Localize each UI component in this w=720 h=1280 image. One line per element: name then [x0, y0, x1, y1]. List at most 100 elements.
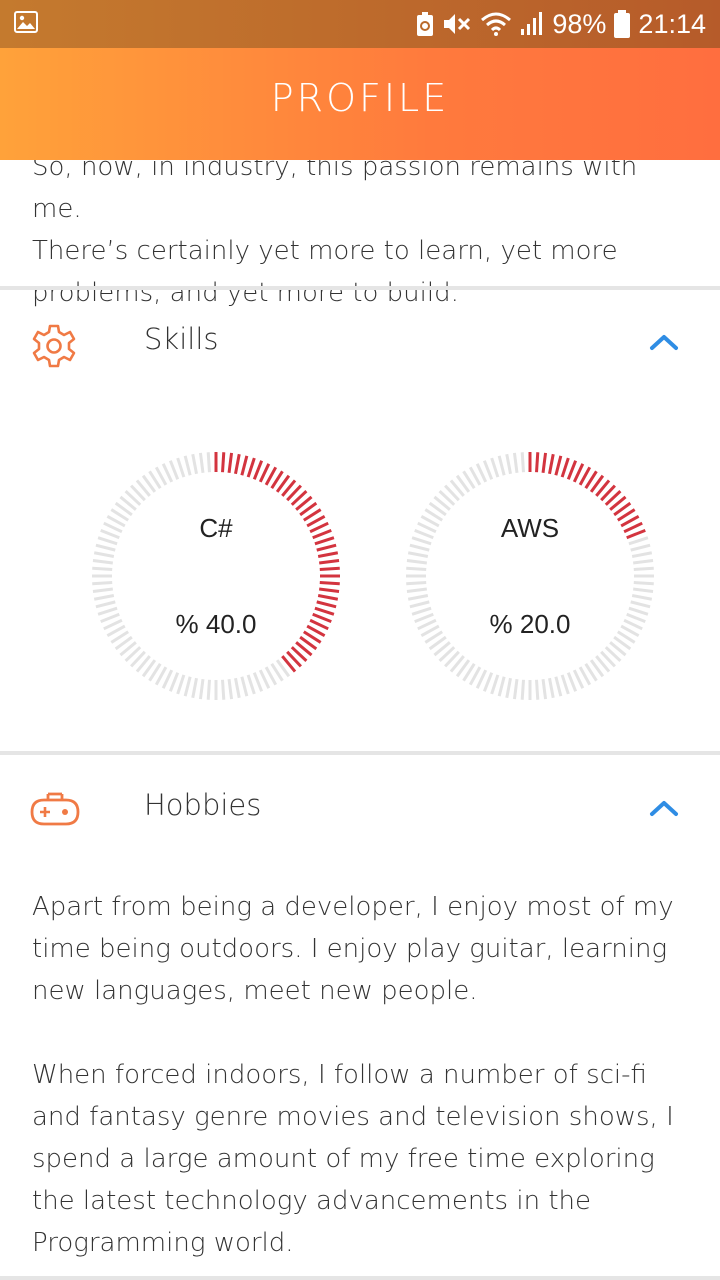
- gauge-tick-empty: [631, 594, 653, 601]
- hobbies-paragraph-2: When forced indoors, I follow a number o…: [32, 1054, 692, 1264]
- about-line: There’s certainly yet more to learn, yet…: [32, 236, 618, 266]
- gauge-tick-empty: [95, 600, 116, 609]
- gauge-tick-filled: [318, 587, 340, 594]
- gauge-tick-empty: [505, 677, 512, 699]
- hobbies-line: and fantasy genre movies and television …: [32, 1102, 674, 1132]
- gauge-tick-filled: [316, 600, 337, 609]
- gauge-tick-filled: [560, 457, 570, 478]
- gauge-tick-empty: [520, 679, 525, 700]
- gauge-tick-empty: [406, 558, 428, 565]
- gauge-tick-empty: [409, 543, 430, 552]
- hobbies-paragraph-1: Apart from being a developer, I enjoy mo…: [32, 886, 692, 1012]
- gauge-tick-filled: [317, 594, 339, 601]
- gauge-tick-empty: [541, 678, 548, 700]
- skills-title: Skills: [144, 322, 219, 356]
- gauge-tick-empty: [631, 551, 653, 558]
- gauge-tick-empty: [198, 452, 205, 474]
- gauge-tick-empty: [554, 676, 563, 697]
- hobbies-line: time being outdoors. I enjoy play guitar…: [32, 934, 668, 964]
- gauge-tick-empty: [632, 558, 654, 565]
- gauge-tick-empty: [95, 543, 116, 552]
- gauge-tick-empty: [505, 453, 512, 475]
- gauge-tick-filled: [227, 452, 234, 474]
- hobbies-line: the latest technology advancements in th…: [32, 1186, 591, 1216]
- profile-content[interactable]: So, now, in industry, this passion remai…: [0, 0, 720, 1280]
- hobbies-line: Programming world.: [32, 1228, 294, 1258]
- page-title: PROFILE: [270, 76, 450, 120]
- gauge-tick-empty: [482, 460, 494, 480]
- gauge-ring: [92, 452, 340, 700]
- gauge-tick-empty: [206, 679, 211, 700]
- chevron-up-icon[interactable]: [648, 330, 680, 354]
- gauge-tick-empty: [168, 672, 180, 692]
- gauge-tick-filled: [221, 452, 226, 473]
- gauge-tick-empty: [630, 543, 651, 552]
- skill-percent: % 20.0: [489, 609, 571, 639]
- hobbies-line: When forced indoors, I follow a number o…: [32, 1060, 647, 1090]
- gauge-tick-empty: [176, 674, 186, 695]
- gauge-tick-empty: [566, 672, 578, 692]
- gauge-tick-empty: [92, 558, 114, 565]
- gauge-tick-empty: [191, 677, 198, 699]
- gauge-tick-empty: [227, 678, 234, 700]
- gauge-tick-empty: [406, 566, 427, 571]
- gauge-tick-filled: [240, 455, 249, 476]
- gauge-tick-empty: [92, 566, 113, 571]
- gauge-tick-filled: [318, 558, 340, 565]
- gauge-tick-empty: [512, 452, 519, 474]
- gauge-tick-filled: [317, 551, 339, 558]
- gauge-tick-filled: [548, 453, 555, 475]
- hobbies-line: Apart from being a developer, I enjoy mo…: [32, 892, 674, 922]
- gauge-tick-empty: [246, 674, 256, 695]
- gauge-tick-filled: [234, 453, 241, 475]
- skill-name: C#: [199, 513, 233, 543]
- gauge-tick-filled: [566, 460, 578, 480]
- gauge-tick-empty: [490, 674, 500, 695]
- gauge-tick-filled: [252, 460, 264, 480]
- chevron-up-icon[interactable]: [648, 796, 680, 820]
- gauge-tick-empty: [168, 460, 180, 480]
- gauge-tick-empty: [497, 455, 506, 476]
- hobbies-header[interactable]: Hobbies: [0, 770, 720, 850]
- gauge-tick-empty: [93, 594, 115, 601]
- gauge-tick-empty: [406, 581, 427, 586]
- gamepad-icon: [30, 792, 80, 826]
- gauge-tick-empty: [407, 594, 429, 601]
- gauge-tick-filled: [316, 543, 337, 552]
- gauge-tick-empty: [92, 581, 113, 586]
- hobbies-line: spend a large amount of my free time exp…: [32, 1144, 655, 1174]
- gauge-tick-empty: [93, 551, 115, 558]
- gauge-tick-empty: [221, 679, 226, 700]
- gauge-tick-empty: [633, 566, 654, 571]
- gauge-tick-empty: [482, 672, 494, 692]
- skill-gauge: C# % 40.0: [86, 446, 346, 706]
- gear-icon: [32, 324, 76, 368]
- gauge-tick-filled: [554, 455, 563, 476]
- gauge-tick-empty: [490, 457, 500, 478]
- section-divider: [0, 1276, 720, 1280]
- gauge-tick-empty: [633, 581, 654, 586]
- app-bar: PROFILE: [0, 48, 720, 160]
- skills-header[interactable]: Skills: [0, 304, 720, 384]
- gauge-tick-empty: [535, 679, 540, 700]
- section-divider: [0, 286, 720, 290]
- gauge-tick-empty: [191, 453, 198, 475]
- gauge-tick-empty: [512, 678, 519, 700]
- gauge-tick-filled: [246, 457, 256, 478]
- skill-gauge: AWS % 20.0: [400, 446, 660, 706]
- gauge-tick-empty: [548, 677, 555, 699]
- gauge-tick-filled: [319, 581, 340, 586]
- gauge-tick-empty: [632, 587, 654, 594]
- gauge-tick-empty: [240, 676, 249, 697]
- gauge-tick-empty: [409, 600, 430, 609]
- gauge-tick-empty: [497, 676, 506, 697]
- gauge-tick-empty: [630, 600, 651, 609]
- gauge-tick-empty: [252, 672, 264, 692]
- gauge-tick-filled: [319, 566, 340, 571]
- skill-name: AWS: [500, 513, 560, 543]
- gauge-tick-empty: [198, 678, 205, 700]
- gauge-tick-filled: [535, 452, 540, 473]
- gauge-tick-empty: [560, 674, 570, 695]
- hobbies-title: Hobbies: [144, 788, 262, 822]
- gauge-ring: [406, 452, 654, 700]
